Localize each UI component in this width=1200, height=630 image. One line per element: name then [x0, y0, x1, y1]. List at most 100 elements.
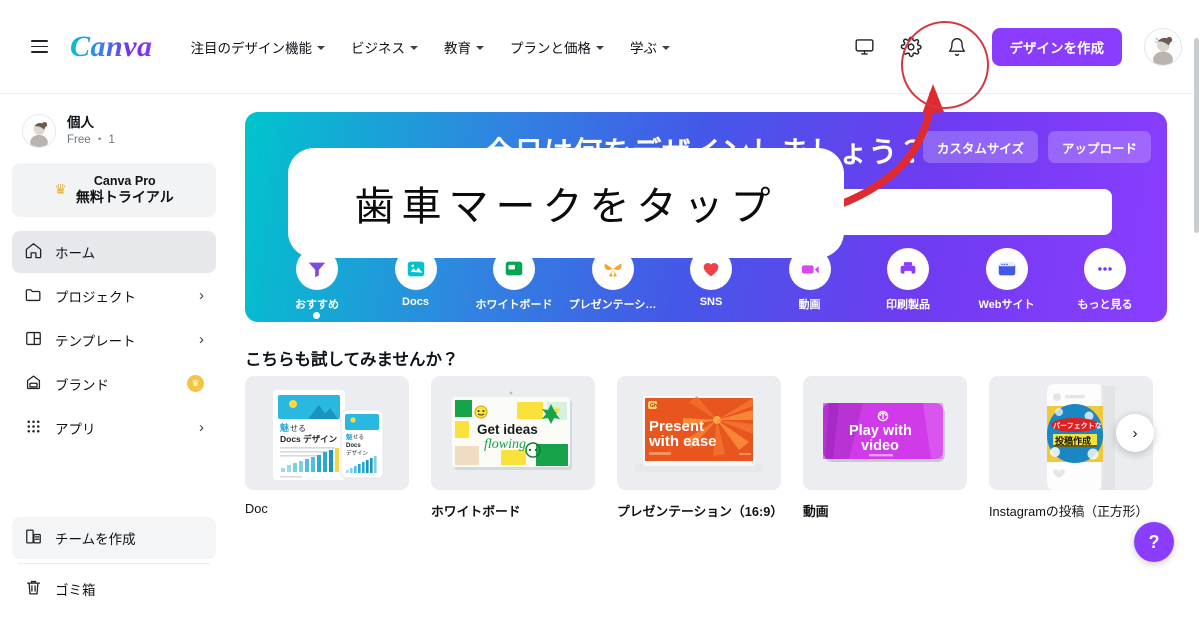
svg-text:魅: 魅: [279, 422, 290, 433]
crown-icon: ♛: [54, 181, 67, 198]
template-card-list: 魅 せる Docs デザイン 魅 せる Docs デザイン Doc Get id…: [245, 376, 1153, 520]
category-label: SNS: [699, 296, 723, 308]
chevron-down-icon: [317, 45, 326, 50]
sidebar-item-home[interactable]: ホーム: [12, 230, 216, 273]
svg-text:せる: せる: [353, 434, 364, 441]
help-button[interactable]: ?: [1134, 522, 1174, 562]
video-thumbnail: Play with video: [803, 376, 967, 490]
nav-right-actions: デザインを作成: [850, 27, 1182, 66]
svg-text:魅: 魅: [345, 432, 353, 441]
top-navigation-bar: Canva 注目のデザイン機能 ビジネス 教育 プランと価格 学ぶ デザインを作…: [0, 0, 1200, 94]
more-dots-icon: [1084, 248, 1126, 290]
annotation-text: 歯車マークをタップ: [354, 184, 778, 230]
svg-text:Gh: Gh: [650, 403, 657, 409]
user-avatar[interactable]: [1144, 27, 1182, 66]
upload-button[interactable]: アップロード: [1047, 131, 1151, 163]
category-website[interactable]: Webサイト: [959, 248, 1055, 312]
chevron-right-icon: ›: [199, 287, 204, 305]
pro-subtitle: 無料トライアル: [75, 188, 174, 205]
print-icon: [887, 248, 929, 290]
nav-link-learn[interactable]: 学ぶ: [630, 37, 671, 57]
monitor-icon[interactable]: [850, 32, 880, 62]
canva-pro-trial-button[interactable]: ♛ Canva Pro 無料トライアル: [12, 162, 216, 217]
sidebar-item-trash[interactable]: ゴミ箱: [12, 568, 216, 610]
template-card-presentation[interactable]: Gh Present with ease プレゼンテーション（16:9）: [617, 376, 784, 520]
scrollbar-thumb[interactable]: [1194, 38, 1199, 233]
section-title: こちらも試してみませんか？: [245, 351, 459, 369]
folder-icon: [24, 285, 43, 307]
template-card-whiteboard[interactable]: Get ideas flowing ホワイトボード: [431, 376, 595, 520]
nav-link-label: 教育: [444, 40, 472, 56]
nav-link-design-features[interactable]: 注目のデザイン機能: [191, 37, 326, 57]
template-card-label: プレゼンテーション（16:9）: [617, 504, 784, 519]
sidebar-item-label: テンプレート: [55, 333, 136, 349]
sidebar-item-label: アプリ: [55, 421, 96, 437]
nav-link-label: プランと価格: [510, 40, 592, 56]
account-avatar: [22, 114, 56, 149]
category-label: おすすめ: [295, 299, 339, 311]
svg-text:デザイン: デザイン: [346, 449, 369, 457]
create-design-button[interactable]: デザインを作成: [991, 27, 1122, 66]
category-print[interactable]: 印刷製品: [860, 248, 956, 312]
sidebar-item-label: チームを作成: [55, 531, 136, 547]
template-icon: [24, 329, 43, 351]
home-icon: [24, 241, 43, 263]
svg-text:Docs デザイン: Docs デザイン: [280, 434, 338, 444]
brand-icon: [24, 373, 43, 395]
account-name: 個人: [67, 115, 94, 130]
chevron-down-icon: [410, 45, 419, 50]
chevron-down-icon: [476, 45, 485, 50]
hamburger-menu-icon[interactable]: [22, 30, 56, 64]
sidebar-item-label: ホーム: [55, 245, 96, 261]
page-scrollbar[interactable]: [1193, 0, 1200, 630]
account-profile[interactable]: 個人 Free ・ 1: [12, 110, 216, 161]
sidebar-item-brand[interactable]: ブランド ♛: [12, 363, 216, 405]
category-label: プレゼンテーシ…: [568, 299, 657, 311]
chevron-right-icon: ›: [199, 331, 204, 349]
sidebar-item-label: プロジェクト: [55, 289, 136, 305]
canva-logo[interactable]: Canva: [70, 30, 157, 64]
template-card-doc[interactable]: 魅 せる Docs デザイン 魅 せる Docs デザイン Doc: [245, 376, 409, 520]
svg-text:せる: せる: [290, 424, 306, 433]
chevron-right-icon: ›: [1132, 424, 1138, 442]
sidebar-item-templates[interactable]: テンプレート ›: [12, 319, 216, 361]
website-icon: [985, 248, 1028, 290]
nav-link-plans-pricing[interactable]: プランと価格: [510, 37, 605, 57]
category-label: もっと見る: [1077, 299, 1133, 311]
sidebar: 個人 Free ・ 1 ♛ Canva Pro 無料トライアル ホーム プロジェ…: [0, 94, 228, 630]
svg-text:video: video: [861, 438, 899, 454]
sidebar-item-apps[interactable]: アプリ ›: [12, 407, 216, 449]
sidebar-item-create-team[interactable]: チームを作成: [12, 516, 216, 559]
template-card-label: Instagramの投稿（正方形）: [989, 504, 1149, 519]
canva-home-page: Canva 注目のデザイン機能 ビジネス 教育 プランと価格 学ぶ デザインを作…: [0, 0, 1200, 630]
template-card-video[interactable]: Play with video 動画: [803, 376, 967, 520]
bell-icon[interactable]: [942, 32, 972, 62]
svg-text:Play with: Play with: [849, 423, 912, 439]
category-label: 動画: [798, 299, 821, 311]
template-card-label: ホワイトボード: [431, 504, 521, 519]
doc-thumbnail: 魅 せる Docs デザイン 魅 せる Docs デザイン: [245, 376, 409, 490]
svg-text:パーフェクトな: パーフェクトな: [1053, 421, 1102, 430]
carousel-next-button[interactable]: ›: [1116, 414, 1154, 452]
nav-link-label: 注目のデザイン機能: [190, 40, 313, 56]
chevron-down-icon: [662, 45, 671, 50]
account-plan-info: Free ・ 1: [67, 132, 115, 149]
annotation-callout: 歯車マークをタップ: [288, 148, 844, 258]
gear-icon[interactable]: [896, 32, 926, 62]
nav-link-label: ビジネス: [351, 40, 406, 56]
custom-size-button[interactable]: カスタムサイズ: [922, 131, 1038, 163]
chevron-down-icon: [596, 45, 605, 50]
sidebar-item-label: ブランド: [55, 377, 109, 393]
nav-link-business[interactable]: ビジネス: [351, 37, 419, 57]
category-label: Webサイト: [978, 299, 1035, 311]
nav-link-education[interactable]: 教育: [444, 37, 485, 57]
active-indicator-dot: [313, 312, 320, 319]
svg-text:flowing: flowing: [484, 437, 526, 452]
template-card-label: 動画: [803, 504, 829, 519]
trash-icon: [24, 578, 43, 600]
hero-action-buttons: カスタムサイズ アップロード: [922, 131, 1151, 163]
sidebar-item-projects[interactable]: プロジェクト ›: [12, 275, 216, 317]
sidebar-divider: [18, 562, 210, 564]
category-more[interactable]: もっと見る: [1057, 248, 1153, 312]
